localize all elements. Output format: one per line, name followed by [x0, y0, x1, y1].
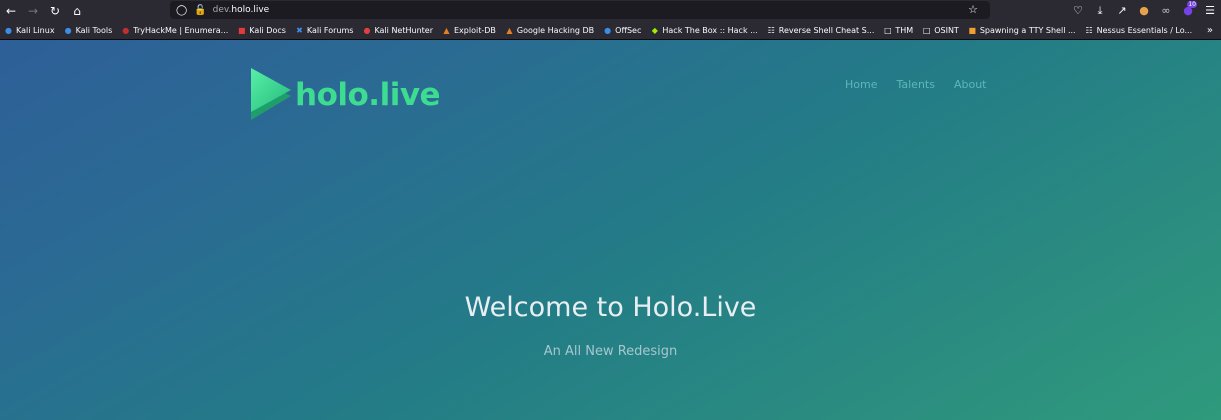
bookmark-label: THM: [895, 25, 914, 35]
page-content: holo.live Home Talents About Welcome to …: [0, 40, 1221, 420]
bookmark-label: Google Hacking DB: [516, 25, 595, 35]
play-logo-icon: [251, 68, 291, 120]
nav-about-link[interactable]: About: [954, 78, 987, 91]
menu-hamburger-icon[interactable]: ☰: [1199, 0, 1221, 21]
downloads-icon[interactable]: ⤓: [1089, 0, 1111, 21]
bookmark-kali-nethunter[interactable]: ● Kali NetHunter: [358, 21, 438, 39]
extension-badge: 10: [1187, 1, 1197, 8]
url-bar[interactable]: ◯ 🔓 dev.holo.live ☆: [170, 1, 990, 19]
kali-tools-icon: ●: [64, 25, 72, 35]
extension-cookie-icon[interactable]: ●: [1133, 0, 1155, 21]
insecure-lock-icon[interactable]: 🔓: [194, 5, 206, 16]
back-arrow-icon[interactable]: ←: [0, 0, 22, 21]
bookmark-label: Hack The Box :: Hack ...: [662, 25, 758, 35]
bookmark-label: Kali Tools: [75, 25, 113, 35]
bookmark-kali-forums[interactable]: ✖ Kali Forums: [291, 21, 359, 39]
url-domain: holo.live: [231, 5, 270, 15]
browser-toolbar: ← → ↻ ⌂ ◯ 🔓 dev.holo.live ☆ ♡ ⤓ ↗ ● ∞ ● 1…: [0, 0, 1221, 21]
logo-text: holo.live: [295, 77, 441, 113]
url-subdomain: dev.: [212, 5, 232, 15]
nav-home-link[interactable]: Home: [845, 78, 877, 91]
bookmark-label: Nessus Essentials / Lo...: [1096, 25, 1193, 35]
hero-subtitle: An All New Redesign: [543, 344, 678, 359]
bookmark-label: Kali NetHunter: [374, 25, 433, 35]
share-icon[interactable]: ↗: [1111, 0, 1133, 21]
forward-arrow-icon[interactable]: →: [22, 0, 44, 21]
bookmark-spawning-tty[interactable]: ■ Spawning a TTY Shell ...: [964, 21, 1081, 39]
hero-title: Welcome to Holo.Live: [464, 292, 757, 323]
exploit-db-icon: ▲: [443, 25, 450, 35]
kali-docs-icon: ■: [238, 25, 246, 35]
bookmark-label: Spawning a TTY Shell ...: [979, 25, 1076, 35]
bookmark-label: TryHackMe | Enumera...: [133, 25, 229, 35]
globe-icon: ☷: [1085, 25, 1093, 35]
nav-talents-link[interactable]: Talents: [896, 78, 934, 91]
hackthebox-icon: ◆: [651, 25, 658, 35]
bookmark-exploit-db[interactable]: ▲ Exploit-DB: [438, 21, 501, 39]
bookmark-label: Exploit-DB: [454, 25, 496, 35]
shell-icon: ■: [968, 25, 977, 35]
bookmark-star-icon[interactable]: ☆: [968, 3, 978, 16]
kali-nethunter-icon: ●: [363, 25, 371, 35]
site-nav: Home Talents About: [845, 78, 1006, 91]
bookmark-kali-docs[interactable]: ■ Kali Docs: [233, 21, 291, 39]
bookmark-kali-linux[interactable]: ● Kali Linux: [0, 21, 60, 39]
bookmark-google-hacking-db[interactable]: ▲ Google Hacking DB: [501, 21, 599, 39]
kali-dragon-icon: ●: [5, 25, 12, 35]
ghdb-icon: ▲: [506, 25, 513, 35]
reload-icon[interactable]: ↻: [44, 0, 66, 21]
extension-glasses-icon[interactable]: ∞: [1155, 0, 1177, 21]
folder-icon: □: [884, 25, 892, 35]
site-logo[interactable]: holo.live: [249, 66, 441, 122]
pocket-icon[interactable]: ♡: [1067, 0, 1089, 21]
bookmark-folder-osint[interactable]: □ OSINT: [918, 21, 964, 39]
offsec-icon: ●: [604, 25, 612, 35]
bookmark-folder-thm[interactable]: □ THM: [879, 21, 918, 39]
toolbar-right: ♡ ⤓ ↗ ● ∞ ● 10 ☰: [1067, 0, 1221, 21]
bookmark-label: Kali Forums: [306, 25, 354, 35]
bookmark-label: OffSec: [615, 25, 642, 35]
tryhackme-icon: ●: [122, 25, 130, 35]
bookmark-label: OSINT: [934, 25, 959, 35]
bookmark-kali-tools[interactable]: ● Kali Tools: [60, 21, 118, 39]
extension-shield-icon[interactable]: ● 10: [1177, 0, 1199, 21]
bookmark-reverse-shell[interactable]: ☷ Reverse Shell Cheat S...: [763, 21, 880, 39]
kali-forums-icon: ✖: [296, 25, 303, 35]
folder-icon: □: [922, 25, 931, 35]
bookmark-label: Kali Linux: [16, 25, 55, 35]
globe-icon: ☷: [767, 25, 775, 35]
bookmark-label: Kali Docs: [249, 25, 286, 35]
bookmarks-bar: ● Kali Linux ● Kali Tools ● TryHackMe | Enu…: [0, 21, 1221, 40]
bookmark-nessus[interactable]: ☷ Nessus Essentials / Lo...: [1081, 21, 1198, 39]
tracking-shield-icon[interactable]: ◯: [176, 5, 187, 16]
url-text[interactable]: dev.holo.live: [213, 5, 270, 15]
bookmark-offsec[interactable]: ● OffSec: [599, 21, 646, 39]
bookmarks-overflow-icon[interactable]: »: [1207, 21, 1213, 39]
bookmark-label: Reverse Shell Cheat S...: [778, 25, 875, 35]
bookmark-tryhackme[interactable]: ● TryHackMe | Enumera...: [117, 21, 233, 39]
home-icon[interactable]: ⌂: [66, 0, 88, 21]
bookmark-hack-the-box[interactable]: ◆ Hack The Box :: Hack ...: [646, 21, 762, 39]
